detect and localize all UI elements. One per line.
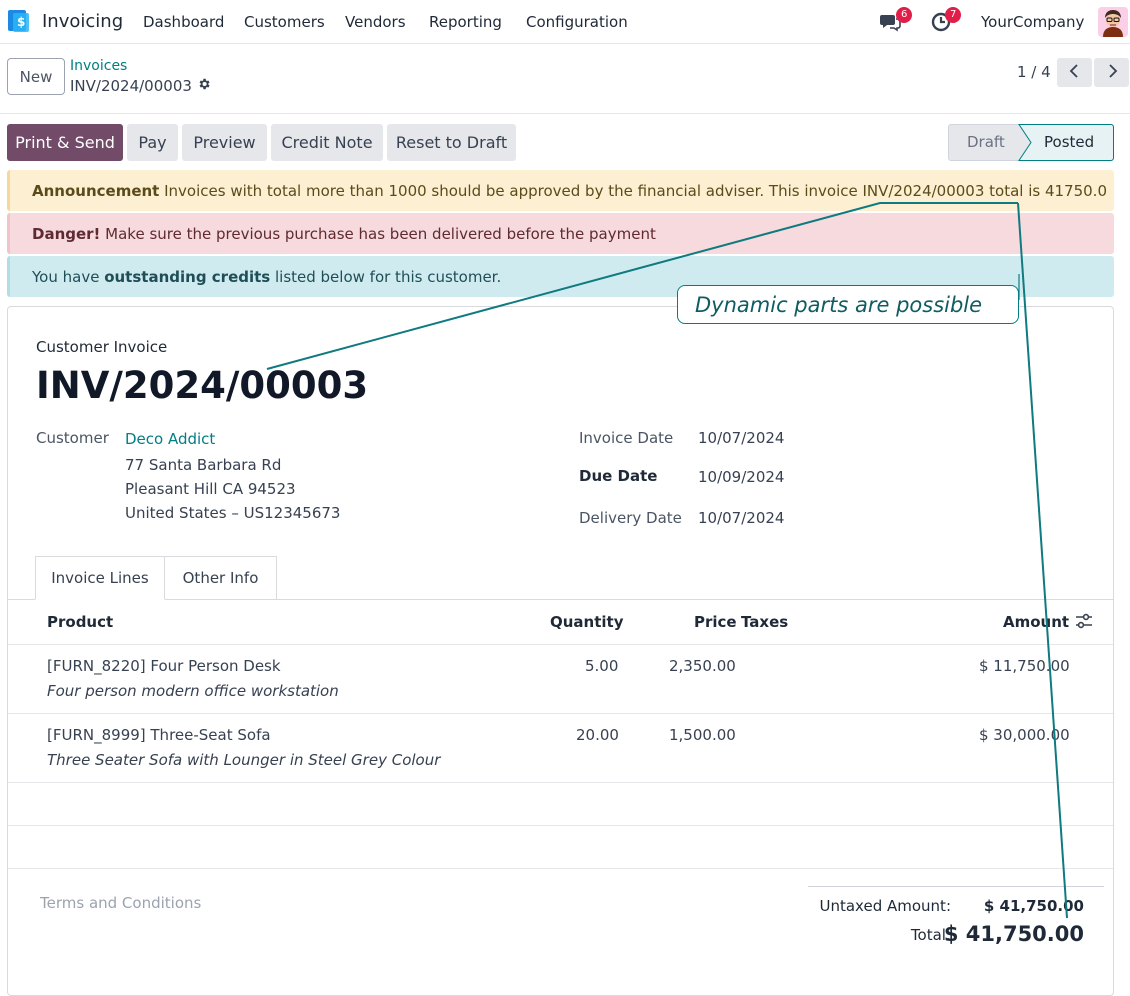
- customer-address-line3: United States – US12345673: [125, 504, 341, 522]
- column-quantity[interactable]: Quantity: [550, 613, 624, 631]
- new-button[interactable]: New: [7, 58, 65, 95]
- total-label: Total:: [910, 926, 951, 944]
- invoicing-app-icon[interactable]: $: [6, 9, 30, 33]
- tab-invoice-lines[interactable]: Invoice Lines: [35, 556, 165, 600]
- column-taxes[interactable]: Taxes: [741, 613, 788, 631]
- due-date-field[interactable]: 10/09/2024: [698, 468, 784, 486]
- print-send-button[interactable]: Print & Send: [7, 124, 123, 161]
- row-divider: [8, 782, 1113, 783]
- line-description[interactable]: Four person modern office workstation: [47, 682, 339, 700]
- danger-title: Danger!: [32, 224, 101, 243]
- announcement-title: Announcement: [32, 181, 160, 200]
- chevron-left-icon: [1069, 63, 1081, 82]
- table-top-border-left: [8, 599, 35, 600]
- control-panel-divider: [0, 113, 1130, 114]
- line-price[interactable]: 2,350.00: [669, 657, 736, 675]
- untaxed-amount-value: $ 41,750.00: [983, 897, 1084, 915]
- menu-reporting[interactable]: Reporting: [429, 13, 502, 31]
- outstanding-credits-label: outstanding credits: [104, 267, 271, 286]
- pager-next-button[interactable]: [1094, 58, 1129, 87]
- info-text-pre: You have: [32, 267, 105, 286]
- breadcrumb-current-label: INV/2024/00003: [70, 77, 192, 95]
- tab-other-info[interactable]: Other Info: [165, 556, 277, 600]
- breadcrumb-invoices[interactable]: Invoices: [70, 58, 127, 74]
- line-product-link[interactable]: [FURN_8220] Four Person Desk: [47, 657, 281, 675]
- preview-button[interactable]: Preview: [182, 124, 267, 161]
- line-quantity[interactable]: 20.00: [576, 726, 619, 744]
- menu-customers[interactable]: Customers: [244, 13, 325, 31]
- header-divider: [8, 644, 1113, 645]
- table-top-border-right: [277, 599, 1113, 600]
- gear-icon[interactable]: [197, 77, 211, 95]
- chevron-right-icon: [1106, 63, 1118, 82]
- terms-conditions-field[interactable]: Terms and Conditions: [40, 894, 201, 912]
- pager-value[interactable]: 1 / 4: [1017, 63, 1051, 81]
- danger-alert: Danger! Make sure the previous purchase …: [7, 213, 1114, 254]
- company-switcher[interactable]: YourCompany: [981, 13, 1084, 31]
- menu-vendors[interactable]: Vendors: [345, 13, 406, 31]
- row-divider: [8, 713, 1113, 714]
- column-price[interactable]: Price: [694, 613, 737, 631]
- row-divider: [8, 825, 1113, 826]
- line-product-link[interactable]: [FURN_8999] Three-Seat Sofa: [47, 726, 271, 744]
- announcement-alert: Announcement Invoices with total more th…: [7, 170, 1114, 211]
- due-date-label: Due Date: [579, 467, 658, 485]
- annotation-callout: Dynamic parts are possible: [677, 285, 1019, 324]
- invoice-sheet: [7, 306, 1114, 996]
- total-value: $ 41,750.00: [943, 922, 1084, 946]
- invoice-date-label: Invoice Date: [579, 429, 674, 447]
- breadcrumb-current: INV/2024/00003: [70, 77, 211, 95]
- line-amount: $ 11,750.00: [979, 657, 1070, 675]
- user-avatar[interactable]: [1098, 7, 1128, 37]
- delivery-date-label: Delivery Date: [579, 509, 682, 527]
- menu-configuration[interactable]: Configuration: [526, 13, 628, 31]
- status-bar: Draft Posted: [948, 124, 1114, 161]
- app-name[interactable]: Invoicing: [42, 11, 123, 32]
- pager-previous-button[interactable]: [1057, 58, 1092, 87]
- customer-address-line1: 77 Santa Barbara Rd: [125, 456, 282, 474]
- delivery-date-field[interactable]: 10/07/2024: [698, 509, 784, 527]
- customer-name-link[interactable]: Deco Addict: [125, 430, 215, 448]
- status-draft[interactable]: Draft: [967, 133, 1005, 151]
- invoice-date-field[interactable]: 10/07/2024: [698, 429, 784, 447]
- column-product[interactable]: Product: [47, 613, 113, 631]
- customer-label: Customer: [36, 429, 109, 447]
- line-amount: $ 30,000.00: [979, 726, 1070, 744]
- untaxed-amount-label: Untaxed Amount:: [819, 897, 952, 915]
- line-price[interactable]: 1,500.00: [669, 726, 736, 744]
- column-amount[interactable]: Amount: [1003, 613, 1069, 631]
- svg-text:$: $: [17, 15, 25, 29]
- status-posted[interactable]: Posted: [1044, 133, 1094, 151]
- danger-text: Make sure the previous purchase has been…: [100, 224, 656, 243]
- invoice-number: INV/2024/00003: [36, 364, 369, 407]
- menu-dashboard[interactable]: Dashboard: [143, 13, 224, 31]
- credit-note-button[interactable]: Credit Note: [271, 124, 383, 161]
- invoice-type-label: Customer Invoice: [36, 338, 168, 356]
- pay-button[interactable]: Pay: [127, 124, 178, 161]
- row-divider: [8, 868, 1113, 869]
- line-description[interactable]: Three Seater Sofa with Lounger in Steel …: [47, 751, 440, 769]
- announcement-text: Invoices with total more than 1000 shoul…: [159, 181, 1107, 200]
- info-text-post: listed below for this customer.: [270, 267, 502, 286]
- line-quantity[interactable]: 5.00: [585, 657, 618, 675]
- totals-divider: [808, 886, 1104, 887]
- optional-columns-toggle-icon[interactable]: [1075, 613, 1093, 633]
- reset-to-draft-button[interactable]: Reset to Draft: [387, 124, 516, 161]
- customer-address-line2: Pleasant Hill CA 94523: [125, 480, 296, 498]
